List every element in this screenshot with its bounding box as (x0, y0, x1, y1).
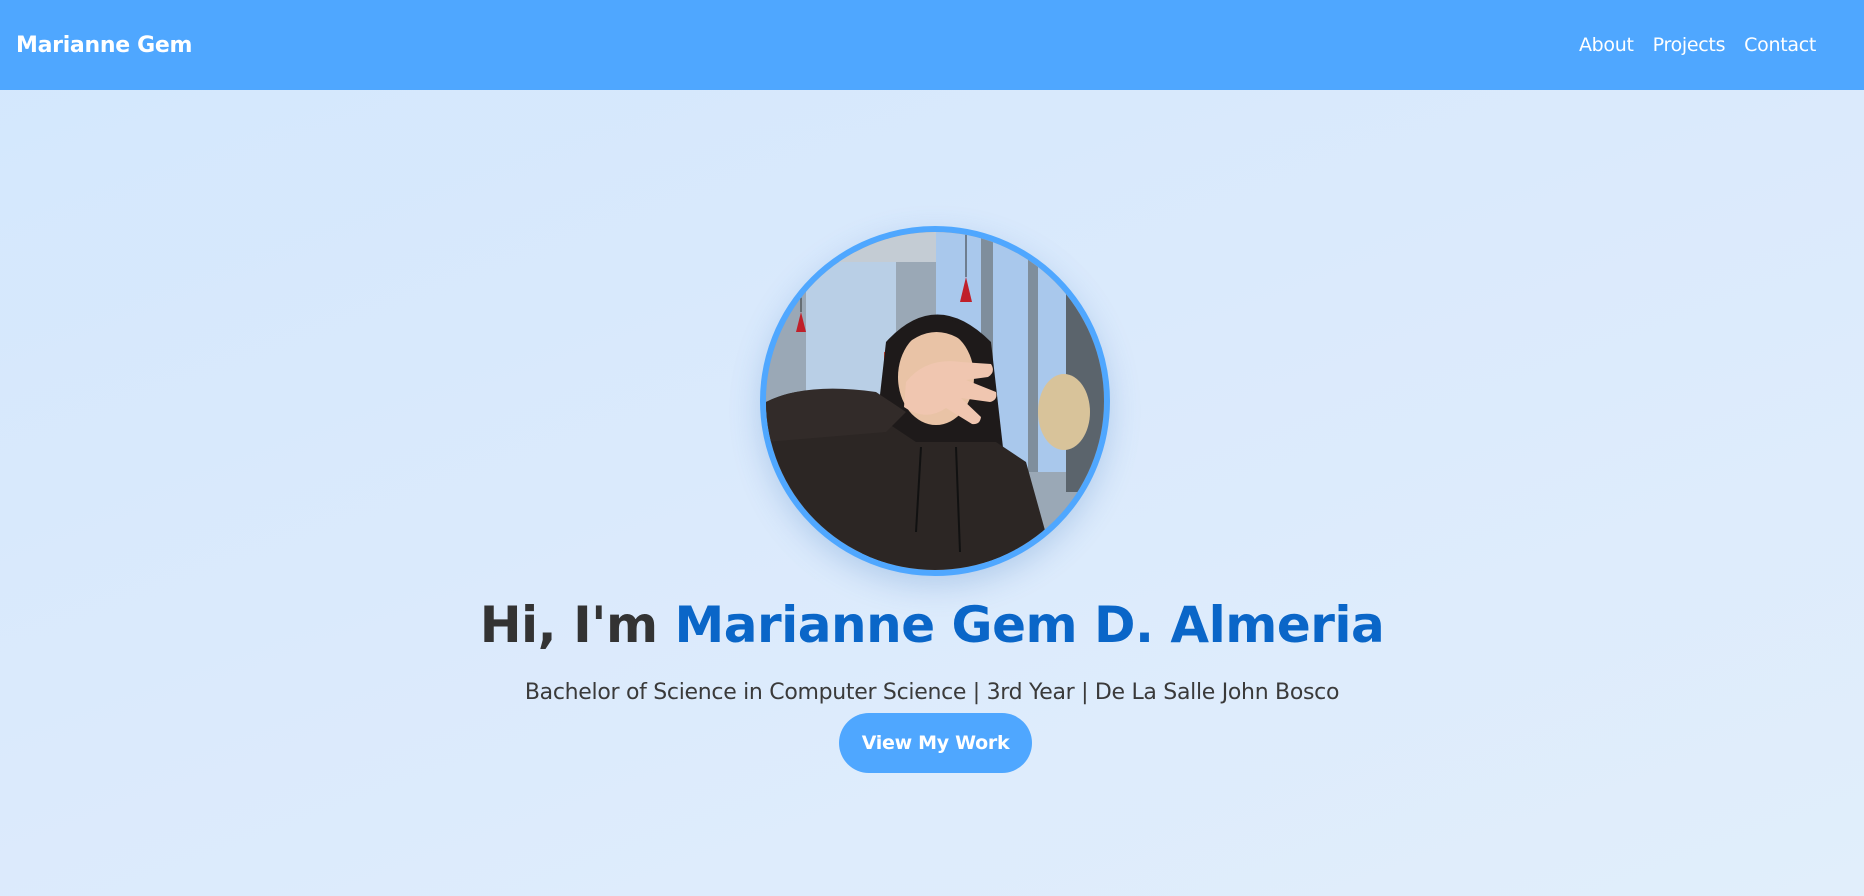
nav-links: About Projects Contact (1579, 34, 1816, 56)
profile-photo-image (766, 232, 1104, 570)
nav-link-contact[interactable]: Contact (1744, 34, 1816, 56)
hero-section: Hi, I'm Marianne Gem D. Almeria Bachelor… (0, 90, 1864, 896)
nav-link-projects[interactable]: Projects (1653, 34, 1726, 56)
view-my-work-button[interactable]: View My Work (839, 713, 1032, 773)
profile-photo (760, 226, 1110, 576)
nav-link-about[interactable]: About (1579, 34, 1634, 56)
hero-name: Marianne Gem D. Almeria (674, 596, 1385, 654)
navbar: Marianne Gem About Projects Contact (0, 0, 1864, 90)
brand-logo[interactable]: Marianne Gem (16, 33, 192, 58)
hero-greeting: Hi, I'm (479, 596, 675, 654)
hero-subtitle: Bachelor of Science in Computer Science … (524, 680, 1340, 705)
hero-heading: Hi, I'm Marianne Gem D. Almeria (0, 596, 1864, 654)
